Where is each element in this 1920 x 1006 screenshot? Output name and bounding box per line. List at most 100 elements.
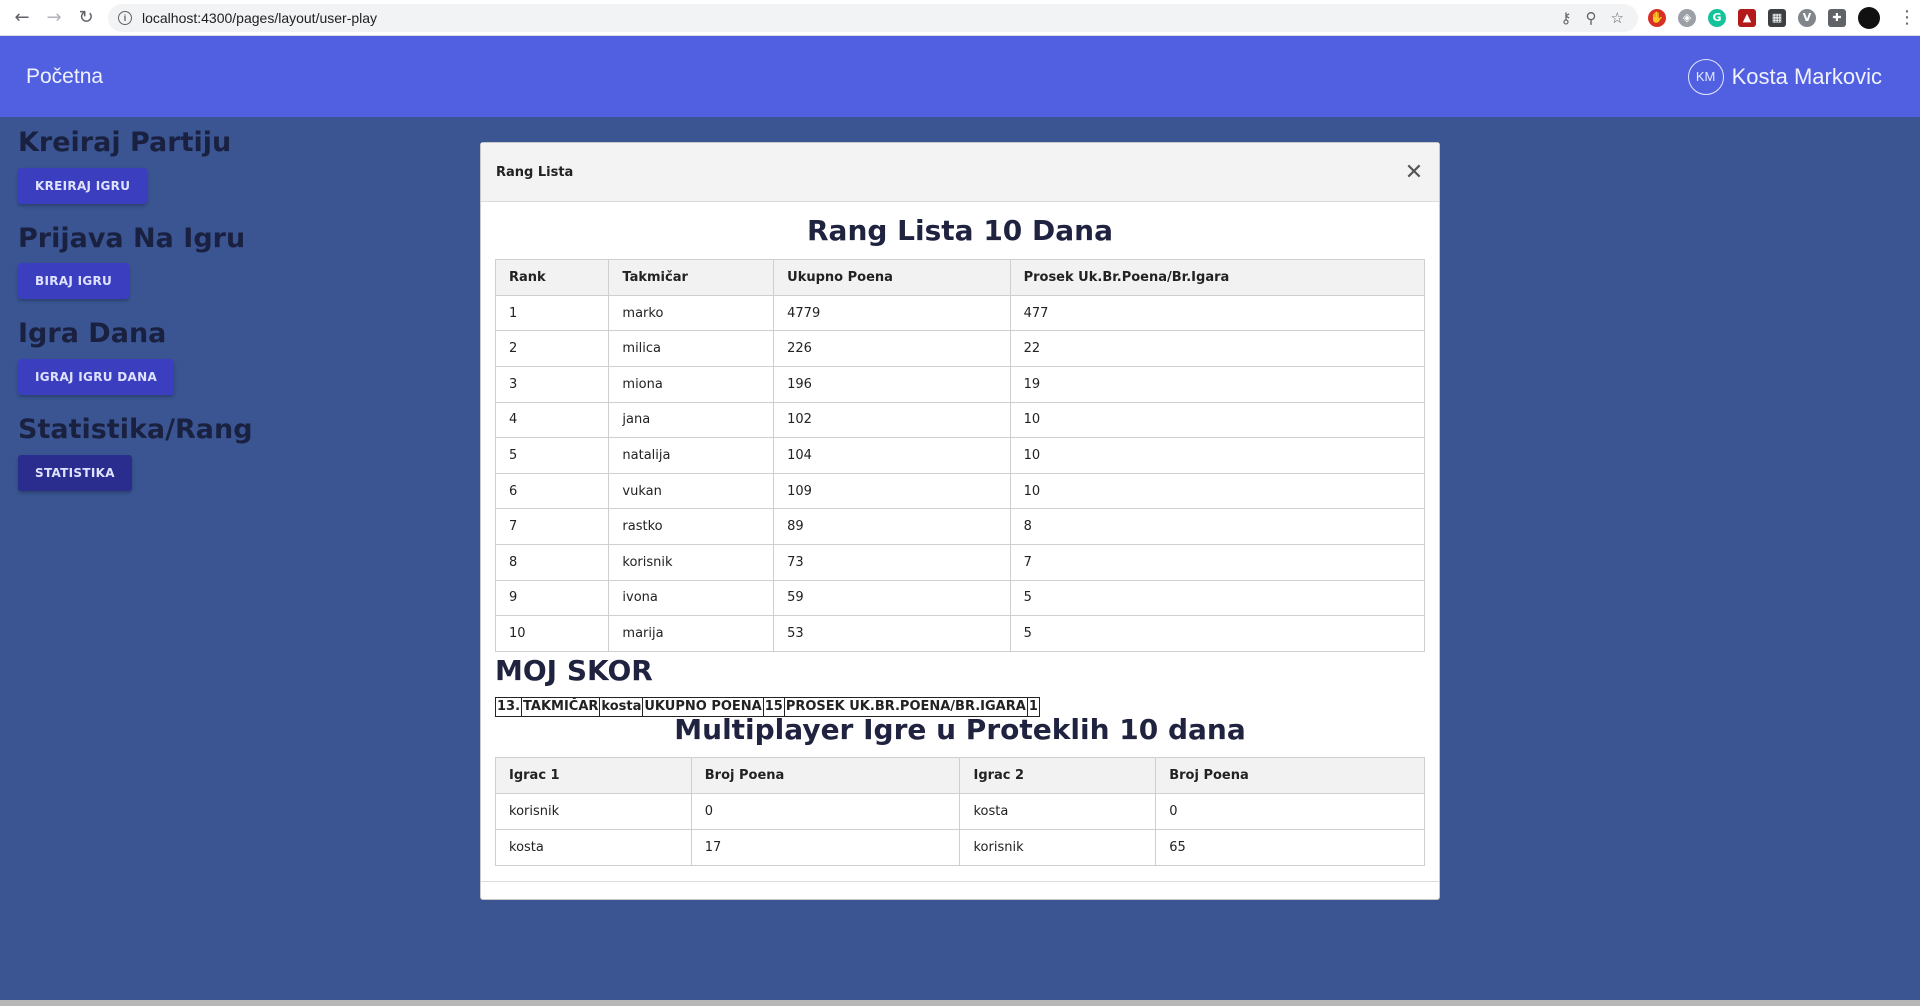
my-score-title: MOJ SKOR [495, 653, 653, 687]
star-icon[interactable]: ☆ [1611, 9, 1624, 27]
table-row: 1 marko 4779 477 [494, 294, 1426, 332]
section-join-game: Prijava Na Igru BIRAJ IGRU [18, 222, 253, 300]
table-cell: jana [608, 401, 775, 439]
statistics-button[interactable]: STATISTIKA [18, 454, 132, 491]
table-cell: kosta [495, 828, 692, 866]
table-cell: 8 [1009, 508, 1426, 545]
table-cell: 73 [773, 543, 1011, 581]
back-icon[interactable]: ← [6, 2, 38, 34]
app-header: Početna KM Kosta Markovic [0, 36, 1920, 117]
table-cell: korisnik [495, 793, 692, 830]
extension-pdf-icon[interactable]: ▲ [1738, 8, 1756, 27]
table-cell: 0 [690, 793, 961, 830]
table-cell: 7 [494, 508, 610, 545]
modal-title: Rang Lista [496, 164, 574, 180]
create-game-button[interactable]: KREIRAJ IGRU [18, 167, 148, 204]
avatar[interactable]: KM [1687, 58, 1724, 95]
table-cell: 102 [773, 401, 1011, 439]
modal-header: Rang Lista ✕ [481, 143, 1439, 202]
table-header-row: Igrac 1 Broj Poena Igrac 2 Broj Poena [495, 757, 1425, 795]
close-icon[interactable]: ✕ [1404, 160, 1424, 185]
table-cell: 4779 [773, 294, 1011, 332]
extension-puzzle-box-icon[interactable]: ▦ [1768, 8, 1786, 27]
table-cell: miona [608, 365, 775, 403]
table-cell: korisnik [608, 543, 775, 581]
table-cell: 5 [1009, 579, 1426, 617]
table-cell: 89 [773, 508, 1011, 545]
key-icon[interactable]: ⚷ [1561, 9, 1572, 27]
browser-toolbar: ← → ↻ i localhost:4300/pages/layout/user… [0, 0, 1920, 36]
table-row: 9 ivona 59 5 [494, 579, 1426, 617]
user-name[interactable]: Kosta Markovic [1732, 64, 1882, 90]
table-cell: 10 [1009, 401, 1426, 439]
section-title: Statistika/Rang [18, 414, 253, 446]
table-cell: 104 [773, 437, 1011, 474]
extension-vue-icon[interactable]: V [1798, 8, 1816, 27]
table-row: 10 marija 53 5 [494, 615, 1426, 652]
modal-footer [481, 881, 1439, 899]
table-cell: rastko [608, 508, 775, 545]
table-row: 3 miona 196 19 [494, 365, 1426, 403]
table-cell: marko [608, 294, 775, 332]
table-row: 5 natalija 104 10 [494, 437, 1426, 474]
table-cell: 109 [773, 472, 1011, 510]
table-cell: 4 [494, 401, 610, 439]
reload-icon[interactable]: ↻ [70, 2, 102, 34]
extension-grammarly-icon[interactable]: G [1708, 8, 1726, 27]
table-cell: 10 [1009, 472, 1426, 510]
table-row: korisnik 0 kosta 0 [495, 793, 1425, 830]
table-cell: 226 [773, 330, 1011, 367]
menu-kebab-icon[interactable]: ⋮ [1898, 7, 1916, 28]
extension-compass-icon[interactable]: ◈ [1678, 8, 1696, 27]
score-cell: 13. [497, 697, 523, 716]
table-cell: 477 [1009, 294, 1426, 332]
section-title: Prijava Na Igru [18, 222, 246, 254]
table-cell: 10 [1009, 437, 1426, 474]
table-cell: 7 [1009, 543, 1426, 581]
table-cell: 1 [494, 294, 610, 332]
table-row: 2 milica 226 22 [494, 330, 1426, 367]
table-cell: 8 [494, 543, 610, 581]
table-row: 6 vukan 109 10 [494, 472, 1426, 510]
table-cell: vukan [608, 472, 775, 510]
sidebar: Kreiraj Partiju KREIRAJ IGRU Prijava Na … [18, 128, 253, 511]
column-header: Prosek Uk.Br.Poena/Br.Igara [1009, 258, 1426, 296]
table-cell: kosta [959, 793, 1157, 830]
zoom-icon[interactable]: ⚲ [1586, 9, 1597, 27]
extensions-icon[interactable]: ✚ [1828, 8, 1846, 27]
home-link[interactable]: Početna [26, 65, 103, 89]
info-icon[interactable]: i [118, 10, 132, 25]
section-create-game: Kreiraj Partiju KREIRAJ IGRU [18, 128, 253, 204]
multiplayer-title: Multiplayer Igre u Proteklih 10 dana [674, 712, 1246, 746]
modal-body: Rang Lista 10 Dana Rank Takmičar Ukupno … [481, 202, 1439, 866]
forward-icon[interactable]: → [38, 2, 70, 34]
table-cell: 0 [1155, 793, 1425, 830]
table-row: 8 korisnik 73 7 [494, 543, 1426, 581]
table-cell: ivona [608, 579, 775, 617]
extension-adblock-icon[interactable]: ✋ [1648, 8, 1666, 27]
table-cell: 59 [773, 579, 1011, 617]
table-cell: 10 [494, 615, 610, 652]
column-header: Broj Poena [1155, 757, 1425, 795]
table-cell: 9 [494, 579, 610, 617]
rank-list-modal: Rang Lista ✕ Rang Lista 10 Dana Rank Tak… [480, 142, 1440, 900]
column-header: Takmičar [608, 258, 775, 296]
column-header: Igrac 1 [495, 757, 692, 795]
profile-avatar-icon[interactable] [1858, 6, 1880, 29]
play-game-of-day-button[interactable]: IGRAJ IGRU DANA [18, 359, 175, 396]
user-menu[interactable]: KM Kosta Markovic [1687, 58, 1882, 95]
choose-game-button[interactable]: BIRAJ IGRU [18, 263, 130, 300]
score-cell: kosta [601, 697, 644, 716]
table-cell: 65 [1155, 828, 1425, 866]
address-bar[interactable]: i localhost:4300/pages/layout/user-play … [108, 3, 1638, 32]
table-cell: 5 [1009, 615, 1426, 652]
table-cell: natalija [608, 437, 775, 474]
table-header-row: Rank Takmičar Ukupno Poena Prosek Uk.Br.… [494, 258, 1426, 296]
section-title: Igra Dana [18, 318, 167, 350]
url-text[interactable]: localhost:4300/pages/layout/user-play [142, 10, 1561, 26]
table-cell: marija [608, 615, 775, 652]
rank-table-title: Rang Lista 10 Dana [807, 214, 1113, 247]
table-row: kosta 17 korisnik 65 [495, 828, 1425, 866]
table-cell: 6 [494, 472, 610, 510]
column-header: Rank [494, 258, 610, 296]
